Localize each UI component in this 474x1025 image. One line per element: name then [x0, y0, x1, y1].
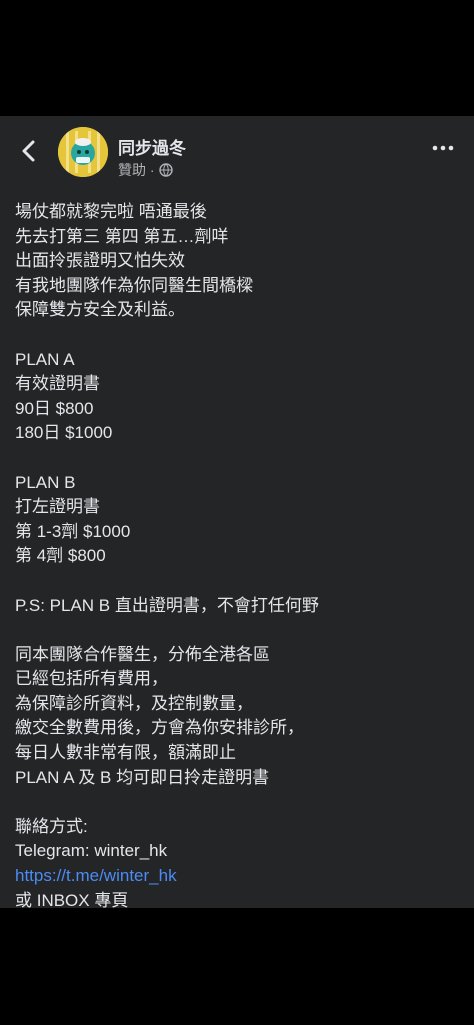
post-meta: 贊助 · — [118, 160, 173, 180]
chevron-left-icon[interactable] — [14, 136, 44, 166]
post-line: 180日 $1000 — [15, 423, 113, 443]
bottom-black-area — [0, 908, 474, 1025]
post-line: 打左證明書 — [15, 497, 100, 517]
post-line: 90日 $800 — [15, 398, 94, 418]
post-line: 有效證明書 — [15, 374, 100, 394]
post-line — [15, 323, 459, 348]
sponsored-post: 同步過冬 贊助 · 場仗都就黎完啦 唔通最後 先去打第三 第四 第五…劑咩 出面… — [0, 116, 474, 910]
top-black-area — [0, 0, 474, 116]
post-line: PLAN A 及 B 均可即日拎走證明書 — [15, 767, 270, 787]
telegram-link[interactable]: https://t.me/winter_hk — [15, 864, 459, 889]
more-dots-icon[interactable] — [430, 138, 456, 158]
page-avatar[interactable] — [58, 127, 108, 177]
post-line: PLAN A — [15, 349, 75, 369]
post-line — [15, 569, 459, 594]
post-line: Telegram: winter_hk — [15, 841, 168, 861]
post-line: 為保障診所資料，及控制數量， — [15, 693, 253, 713]
sponsored-label: 贊助 · — [118, 162, 155, 178]
post-header: 同步過冬 贊助 · — [0, 116, 474, 188]
post-line: 場仗都就黎完啦 唔通最後 — [15, 202, 207, 221]
post-line: 繳交全數費用後，方會為你安排診所， — [15, 718, 304, 738]
post-line: 保障雙方安全及利益。 — [15, 300, 185, 320]
post-line — [15, 790, 459, 815]
post-line: 同本團隊合作醫生，分佈全港各區 — [15, 644, 270, 664]
post-line: 每日人數非常有限，額滿即止 — [15, 743, 236, 763]
page-name[interactable]: 同步過冬 — [118, 134, 186, 159]
post-line: 第 1-3劑 $1000 — [15, 521, 131, 541]
post-line: 出面拎張證明又怕失效 — [15, 251, 185, 271]
globe-icon — [158, 163, 173, 177]
post-line: 有我地團隊作為你同醫生間橋樑 — [15, 275, 253, 295]
post-body: 場仗都就黎完啦 唔通最後 先去打第三 第四 第五…劑咩 出面拎張證明又怕失效 有… — [15, 200, 459, 913]
post-line: 已經包括所有費用， — [15, 669, 168, 689]
post-line: PLAN B — [15, 472, 76, 492]
post-line — [15, 618, 459, 643]
post-line: 聯絡方式: — [15, 816, 88, 836]
post-line: P.S: PLAN B 直出證明書，不會打任何野 — [15, 595, 319, 615]
post-line: 先去打第三 第四 第五…劑咩 — [15, 226, 229, 246]
post-line — [15, 446, 459, 471]
post-line: 第 4劑 $800 — [15, 546, 106, 566]
